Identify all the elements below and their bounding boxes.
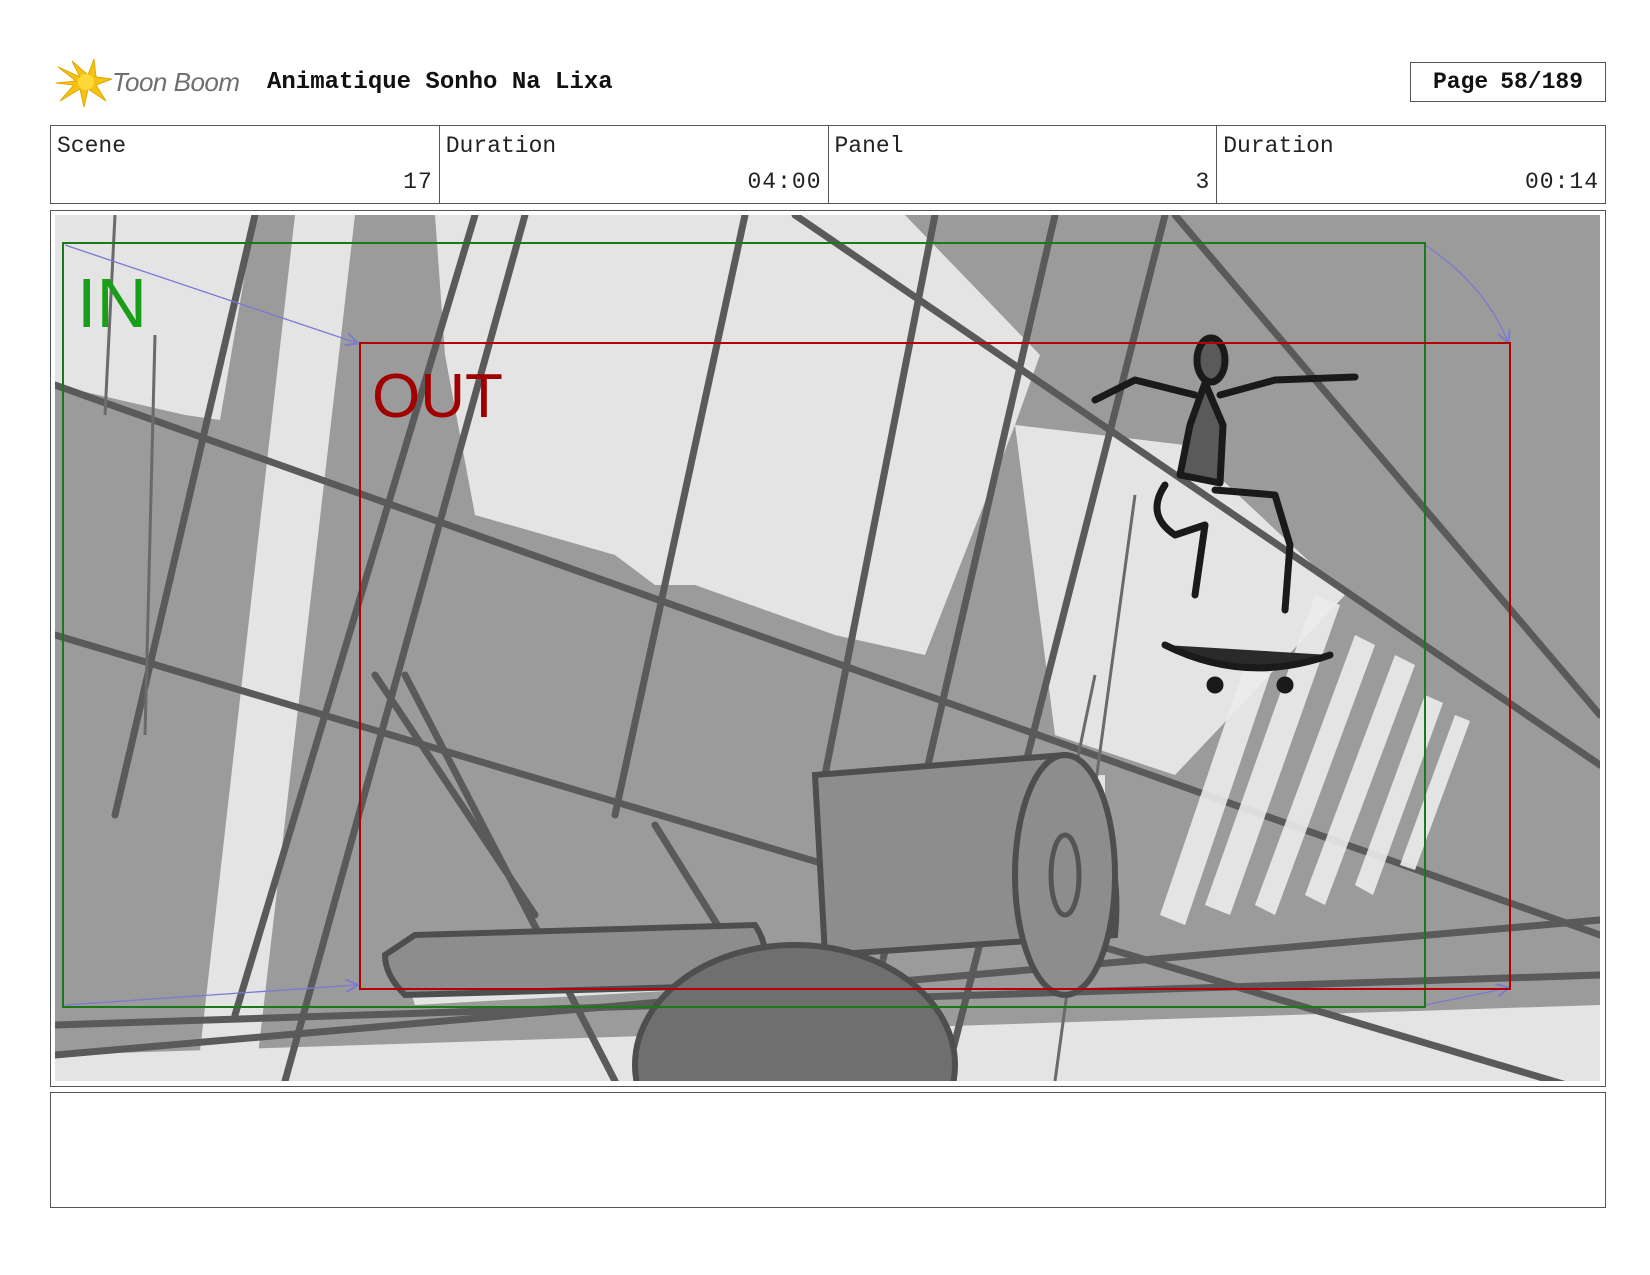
page-number: 58/189 [1500,69,1584,95]
page-header: Toon Boom Animatique Sonho Na Lixa Page … [50,55,1606,113]
scene-number: 17 [403,169,433,195]
panel-label: Panel [834,133,904,159]
scene-duration-cell: Duration 04:00 [440,126,829,203]
panel-duration-label: Duration [1223,133,1334,159]
scene-duration-label: Duration [445,133,557,159]
in-frame-label: IN [77,264,147,342]
scene-cell: Scene 17 [51,126,440,203]
storyboard-panel: IN OUT [50,210,1606,1087]
panel-duration-cell: Duration 00:14 [1217,126,1605,203]
starburst-icon [55,58,113,108]
brand-wordmark: Toon Boom [112,67,240,97]
page-label: Page [1432,69,1489,95]
panel-cell: Panel 3 [829,126,1218,203]
out-frame-label: OUT [372,362,503,431]
panel-duration-value: 00:14 [1524,169,1599,195]
panel-number: 3 [1195,169,1211,195]
scene-info-row: Scene 17 Duration 04:00 Panel 3 Duration… [50,125,1606,204]
panel-notes-box[interactable] [50,1092,1606,1208]
scene-label: Scene [57,133,127,159]
panel-sketch: IN OUT [55,215,1600,1081]
page-indicator: Page 58/189 [1410,62,1606,102]
scene-duration-value: 04:00 [747,169,822,195]
toon-boom-logo: Toon Boom [54,57,254,109]
project-title: Animatique Sonho Na Lixa [267,69,613,96]
